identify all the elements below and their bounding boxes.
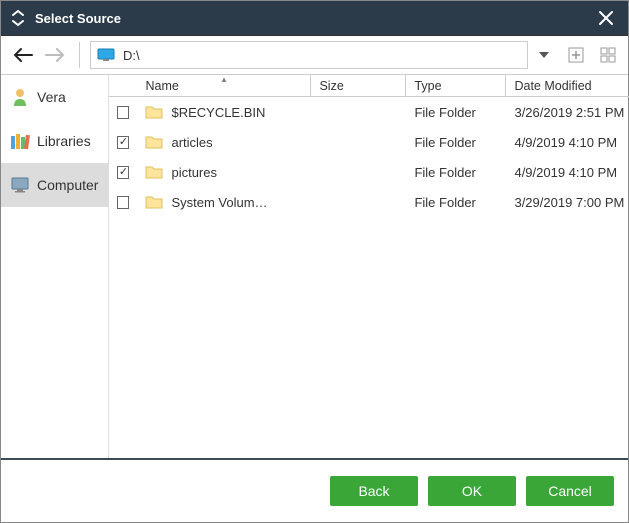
file-date: 4/9/2019 4:10 PM: [506, 165, 629, 180]
column-type[interactable]: Type: [406, 75, 506, 96]
row-checkbox[interactable]: [117, 106, 129, 119]
sidebar: Vera Libraries Computer: [1, 75, 109, 458]
file-name: pictures: [171, 165, 217, 180]
file-type: File Folder: [406, 135, 506, 150]
path-dropdown-button[interactable]: [532, 52, 556, 58]
computer-icon: [11, 176, 29, 194]
titlebar: Select Source: [1, 1, 628, 35]
table-row[interactable]: pictures File Folder4/9/2019 4:10 PM: [109, 157, 629, 187]
sidebar-item-label: Vera: [37, 89, 66, 105]
file-type: File Folder: [406, 105, 506, 120]
folder-icon: [145, 165, 163, 179]
app-icon: [9, 9, 27, 27]
libraries-icon: [11, 132, 29, 150]
main-area: Vera Libraries Computer ▴ Name Size Type…: [1, 75, 628, 458]
window-title: Select Source: [35, 11, 592, 26]
sidebar-item-label: Libraries: [37, 133, 91, 149]
column-size[interactable]: Size: [311, 75, 406, 96]
table-row[interactable]: $RECYCLE.BIN File Folder3/26/2019 2:51 PM: [109, 97, 629, 127]
sidebar-item-computer[interactable]: Computer: [1, 163, 108, 207]
ok-button[interactable]: OK: [428, 476, 516, 506]
view-grid-button[interactable]: [596, 41, 620, 69]
toolbar-separator: [79, 42, 80, 68]
sidebar-item-libraries[interactable]: Libraries: [1, 119, 108, 163]
file-date: 4/9/2019 4:10 PM: [506, 135, 629, 150]
column-date[interactable]: Date Modified: [506, 75, 629, 96]
path-box[interactable]: D:\: [90, 41, 528, 69]
file-area: ▴ Name Size Type Date Modified $RECYCLE.…: [109, 75, 629, 458]
close-button[interactable]: [592, 4, 620, 32]
row-checkbox[interactable]: [117, 136, 129, 149]
file-date: 3/29/2019 7:00 PM: [506, 195, 629, 210]
file-date: 3/26/2019 2:51 PM: [506, 105, 629, 120]
cancel-button[interactable]: Cancel: [526, 476, 614, 506]
file-name: System Volum…: [171, 195, 267, 210]
file-type: File Folder: [406, 165, 506, 180]
footer: Back OK Cancel: [1, 458, 628, 522]
file-rows: $RECYCLE.BINFile Folder3/26/2019 2:51 PM…: [109, 97, 629, 458]
folder-icon: [145, 135, 163, 149]
new-folder-button[interactable]: [564, 41, 588, 69]
file-name: $RECYCLE.BIN: [171, 105, 265, 120]
row-checkbox[interactable]: [117, 196, 129, 209]
column-name[interactable]: ▴ Name: [137, 75, 311, 96]
row-checkbox[interactable]: [117, 166, 129, 179]
nav-forward-button[interactable]: [41, 41, 69, 69]
table-row[interactable]: System Volum… File Folder3/29/2019 7:00 P…: [109, 187, 629, 217]
file-type: File Folder: [406, 195, 506, 210]
path-text: D:\: [123, 48, 140, 63]
sort-asc-icon: ▴: [222, 74, 227, 85]
sidebar-item-label: Computer: [37, 177, 98, 193]
drive-icon: [97, 48, 115, 62]
back-button[interactable]: Back: [330, 476, 418, 506]
user-icon: [11, 88, 29, 106]
column-check[interactable]: [109, 75, 137, 96]
column-headers: ▴ Name Size Type Date Modified: [109, 75, 629, 97]
folder-icon: [145, 105, 163, 119]
nav-back-button[interactable]: [9, 41, 37, 69]
table-row[interactable]: articles File Folder4/9/2019 4:10 PM: [109, 127, 629, 157]
sidebar-item-vera[interactable]: Vera: [1, 75, 108, 119]
folder-icon: [145, 195, 163, 209]
file-name: articles: [171, 135, 212, 150]
toolbar: D:\: [1, 35, 628, 75]
